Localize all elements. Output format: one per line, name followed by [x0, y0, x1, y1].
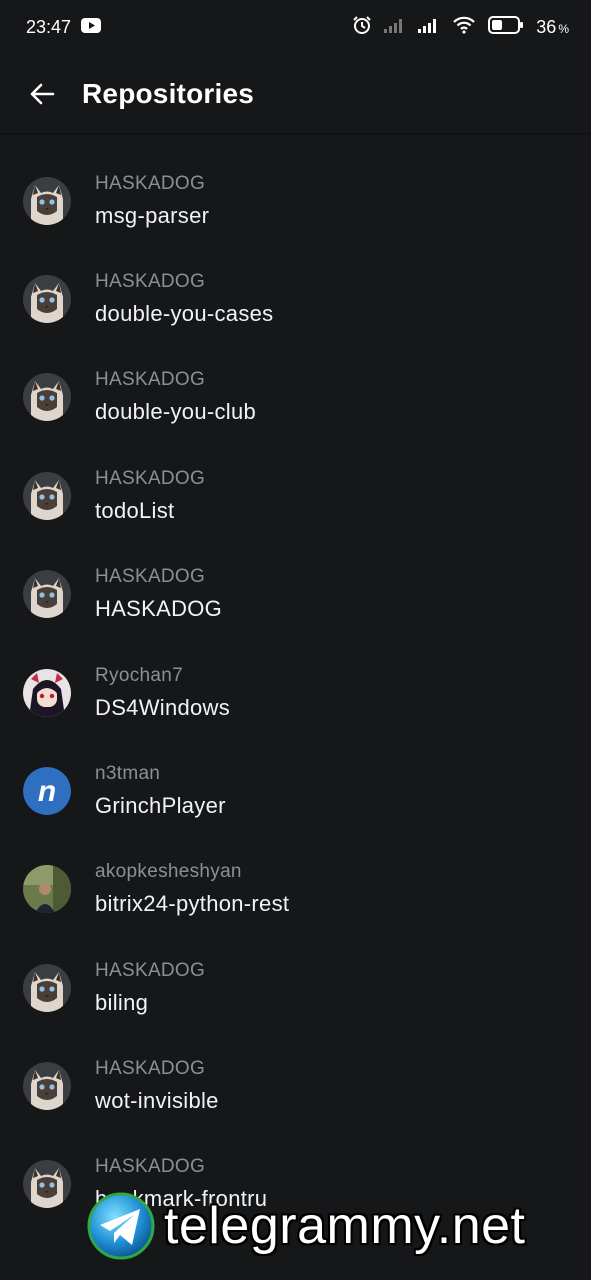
owner-avatar: [23, 176, 71, 225]
owner-avatar: [23, 274, 71, 323]
battery-level: 36%: [536, 16, 569, 37]
repository-item[interactable]: HASKADOG double-you-cases: [0, 250, 591, 348]
repository-owner: HASKADOG: [95, 172, 206, 194]
repository-item[interactable]: HASKADOG wot-invisible: [0, 1037, 591, 1135]
repository-item[interactable]: n n3tman GrinchPlayer: [0, 742, 591, 840]
repository-item[interactable]: HASKADOGfor-spoter: [0, 135, 591, 151]
status-bar: 23:47 36%: [0, 0, 591, 54]
battery-icon: [488, 15, 524, 39]
signal-icon: [418, 17, 440, 38]
repository-item[interactable]: Ryochan7 DS4Windows: [0, 643, 591, 741]
repository-name: HASKADOG: [95, 596, 223, 622]
owner-avatar: [23, 1062, 71, 1111]
youtube-notification-icon: [81, 17, 102, 38]
owner-avatar: [23, 668, 71, 717]
repository-owner: HASKADOG: [95, 1058, 206, 1080]
repository-name: wot-invisible: [95, 1088, 219, 1114]
repository-name: msg-parser: [95, 202, 210, 228]
page-title: Repositories: [82, 77, 254, 109]
repository-item[interactable]: HASKADOG HASKADOG: [0, 545, 591, 643]
repository-list[interactable]: HASKADOGfor-spoterHASKADOGmsg-parserHASK…: [0, 135, 591, 1280]
repository-owner: n3tman: [95, 762, 161, 784]
repository-item[interactable]: HASKADOG todoList: [0, 447, 591, 545]
watermark: telegrammy.net: [86, 1186, 586, 1266]
repository-owner: HASKADOG: [95, 270, 206, 292]
repository-item[interactable]: HASKADOG msg-parser: [0, 151, 591, 249]
repository-item[interactable]: HASKADOG double-you-club: [0, 348, 591, 446]
owner-avatar: [23, 471, 71, 520]
clock: 23:47: [26, 16, 72, 37]
repository-owner: HASKADOG: [95, 369, 206, 391]
repository-name: DS4Windows: [95, 694, 231, 720]
owner-avatar: [23, 373, 71, 422]
repository-item[interactable]: akopkesheshyan bitrix24-python-rest: [0, 840, 591, 938]
repository-name: double-you-cases: [95, 300, 274, 326]
repository-name: double-you-club: [95, 399, 257, 425]
owner-avatar: [23, 865, 71, 914]
app-bar: Repositories: [0, 54, 591, 134]
repository-owner: HASKADOG: [95, 467, 206, 489]
wifi-icon: [452, 16, 476, 39]
owner-avatar: [23, 570, 71, 619]
repository-owner: Ryochan7: [95, 664, 183, 686]
repository-name: biling: [95, 989, 149, 1015]
repository-owner: HASKADOG: [95, 959, 206, 981]
back-button[interactable]: [12, 64, 72, 124]
repository-name: GrinchPlayer: [95, 792, 226, 818]
svg-text:n: n: [38, 775, 56, 808]
signal-weak-icon: [384, 17, 406, 38]
watermark-text: telegrammy.net: [164, 1197, 526, 1255]
repository-owner: HASKADOG: [95, 1156, 206, 1178]
repository-item[interactable]: HASKADOG biling: [0, 939, 591, 1037]
repository-owner: akopkesheshyan: [95, 861, 242, 883]
alarm-icon: [352, 15, 372, 40]
owner-avatar: n: [23, 766, 71, 815]
owner-avatar: [23, 1160, 71, 1209]
repository-name: todoList: [95, 497, 175, 523]
arrow-left-icon: [30, 83, 55, 104]
repository-owner: HASKADOG: [95, 566, 206, 588]
telegram-logo-icon: [87, 1192, 155, 1260]
repository-name: bitrix24-python-rest: [95, 891, 290, 917]
owner-avatar: [23, 963, 71, 1012]
